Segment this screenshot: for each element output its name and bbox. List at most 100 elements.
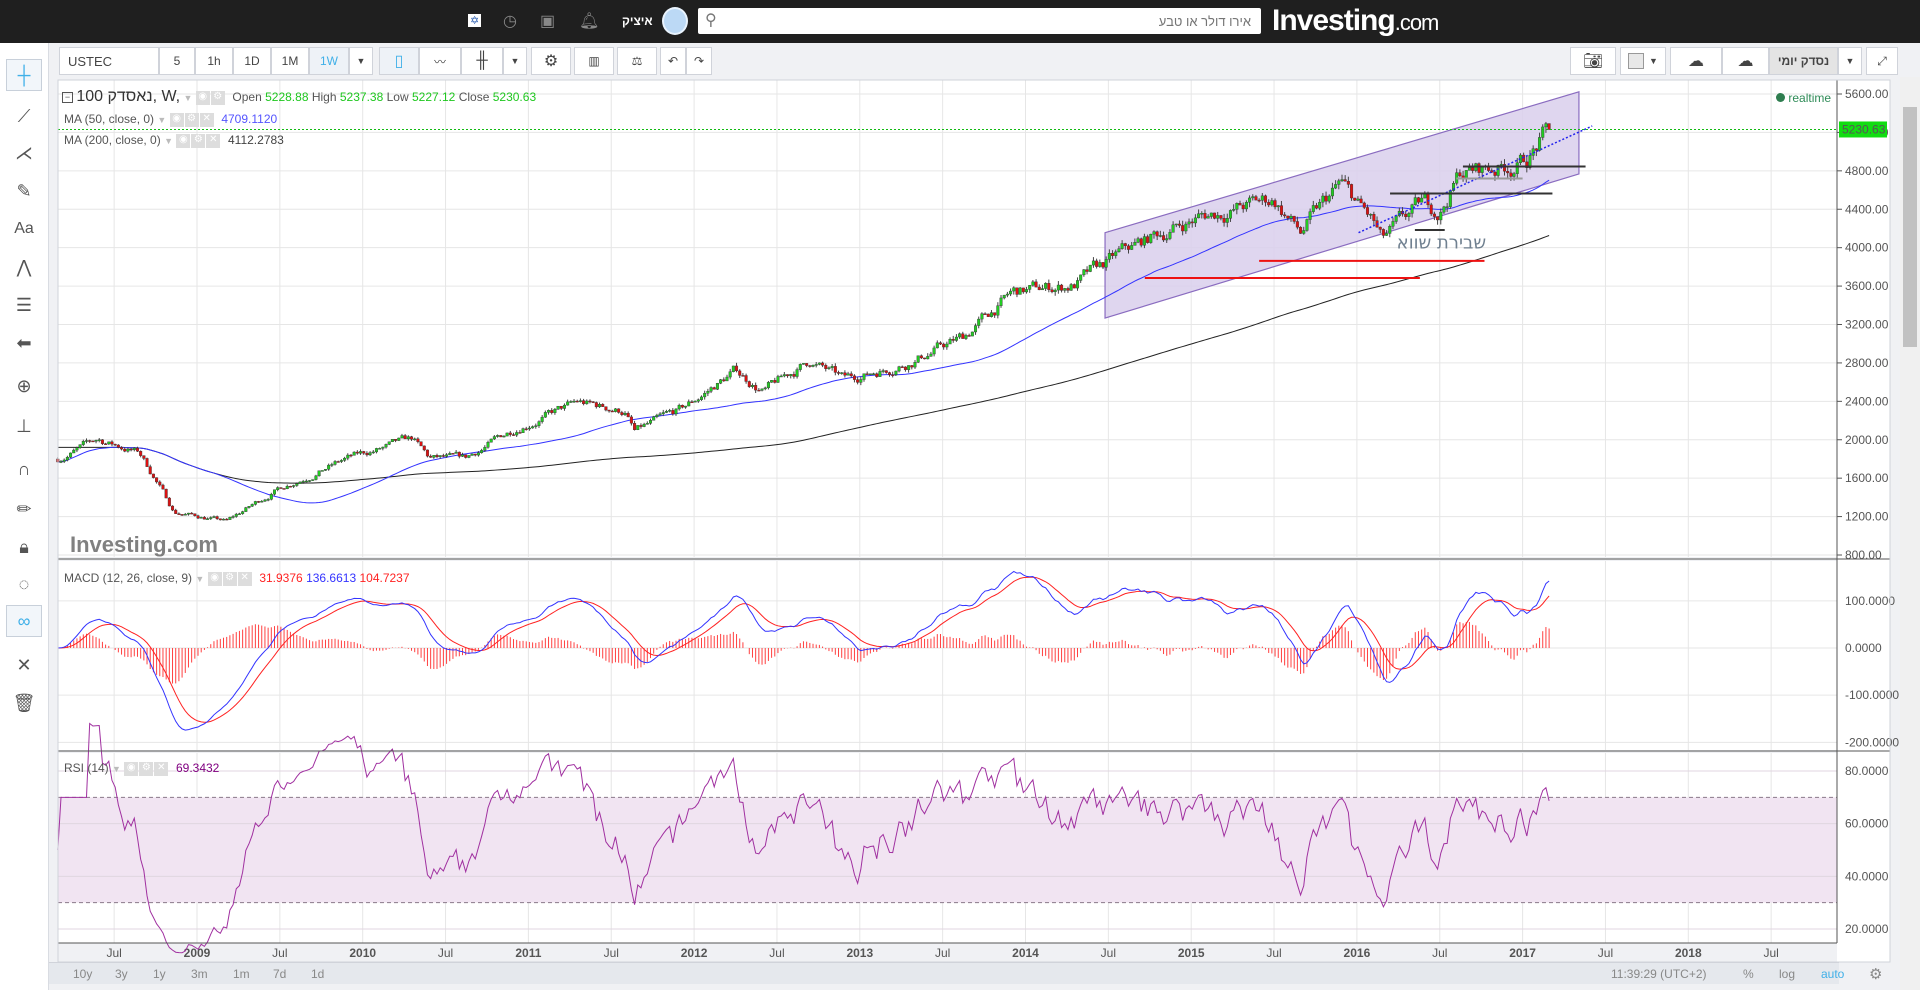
- candle: [359, 451, 363, 454]
- candle: [467, 455, 471, 458]
- candle: [1044, 283, 1048, 289]
- settings-gear-icon[interactable]: ⚙: [1869, 965, 1882, 983]
- dropdown-icon[interactable]: ▼: [164, 136, 173, 146]
- ma50-value: 4709.1120: [221, 112, 278, 126]
- candle: [821, 362, 825, 366]
- candle: [1299, 227, 1303, 234]
- range-10y[interactable]: 10y: [73, 967, 92, 981]
- price-chart[interactable]: Jul 2009 Jul 2010 Jul 2011 Jul 2012 Jul 2013 Jul 20…: [0, 0, 1920, 990]
- close-icon[interactable]: ✕: [237, 571, 252, 586]
- candle: [770, 380, 774, 383]
- candle: [856, 379, 860, 383]
- range-7d[interactable]: 7d: [273, 967, 286, 981]
- gear-icon[interactable]: ⚙: [191, 133, 206, 148]
- candle: [903, 366, 907, 370]
- candle: [323, 469, 327, 471]
- macd-line-value: 136.6613: [306, 571, 357, 585]
- candle: [741, 375, 745, 377]
- candle: [993, 312, 997, 316]
- candle: [65, 456, 69, 461]
- candle: [381, 446, 385, 449]
- candle: [129, 448, 133, 451]
- candle: [932, 347, 936, 355]
- candle: [894, 370, 898, 375]
- candle: [687, 401, 691, 407]
- candle: [674, 408, 678, 415]
- candle: [1005, 293, 1009, 296]
- candle: [881, 370, 885, 372]
- eye-icon[interactable]: ◉: [207, 571, 222, 586]
- ma200-value: 4112.2783: [228, 133, 284, 147]
- price-tick-label: 1200.00: [1845, 510, 1889, 524]
- candle: [843, 372, 847, 376]
- gear-icon[interactable]: ⚙: [184, 112, 199, 127]
- macd-tick-label: 0.0000: [1845, 641, 1882, 655]
- dropdown-icon[interactable]: ▼: [112, 764, 121, 774]
- candle: [1209, 212, 1213, 217]
- candle: [938, 342, 942, 345]
- dropdown-icon[interactable]: ▼: [157, 115, 166, 125]
- candle: [486, 442, 490, 448]
- gear-icon[interactable]: ⚙: [139, 761, 154, 776]
- close-icon[interactable]: ✕: [154, 761, 169, 776]
- candle: [872, 373, 876, 375]
- candle: [1295, 221, 1299, 228]
- scrollbar-thumb[interactable]: [1903, 107, 1917, 347]
- collapse-icon[interactable]: −: [62, 92, 73, 104]
- candle: [578, 400, 582, 402]
- candle: [846, 373, 850, 376]
- candle: [336, 461, 340, 463]
- candle: [540, 416, 544, 422]
- range-1y[interactable]: 1y: [153, 967, 166, 981]
- eye-icon[interactable]: ◉: [176, 133, 191, 148]
- candle: [97, 439, 101, 441]
- range-3y[interactable]: 3y: [115, 967, 128, 981]
- candle: [575, 400, 579, 403]
- close-icon[interactable]: ✕: [206, 133, 221, 148]
- candle: [279, 487, 283, 489]
- eye-icon[interactable]: ◉: [124, 761, 139, 776]
- x-tick-label: 2018: [1675, 946, 1702, 960]
- x-tick-label: Jul: [604, 946, 619, 960]
- candle: [1213, 212, 1217, 219]
- candle: [1365, 207, 1369, 215]
- candle: [1155, 231, 1159, 237]
- range-3m[interactable]: 3m: [191, 967, 208, 981]
- log-scale-button[interactable]: log: [1779, 967, 1795, 981]
- candle: [365, 452, 369, 456]
- candle: [897, 366, 901, 372]
- price-tick-label: 4000.00: [1845, 241, 1889, 255]
- range-1m[interactable]: 1m: [233, 967, 250, 981]
- candle: [1260, 195, 1264, 201]
- range-1d[interactable]: 1d: [311, 967, 324, 981]
- gear-icon[interactable]: ⚙: [222, 571, 237, 586]
- candle: [1149, 233, 1153, 243]
- percent-scale-button[interactable]: %: [1743, 967, 1754, 981]
- candle: [1534, 148, 1538, 151]
- candle: [1538, 137, 1542, 151]
- candle: [1308, 211, 1312, 220]
- dropdown-icon[interactable]: ▼: [195, 574, 204, 584]
- candle: [964, 335, 968, 339]
- candle: [222, 518, 226, 521]
- candle: [158, 481, 162, 486]
- auto-scale-button[interactable]: auto: [1821, 967, 1844, 981]
- candle: [613, 408, 617, 412]
- gear-icon[interactable]: ⚙: [210, 90, 225, 105]
- candle: [1114, 251, 1118, 256]
- candle: [1512, 173, 1516, 177]
- close-icon[interactable]: ✕: [199, 112, 214, 127]
- candle: [1432, 213, 1436, 217]
- eye-icon[interactable]: ◉: [195, 90, 210, 105]
- eye-icon[interactable]: ◉: [169, 112, 184, 127]
- candle: [1053, 289, 1057, 293]
- candle: [1270, 200, 1274, 206]
- scrollbar[interactable]: [1900, 77, 1920, 990]
- legend-dropdown-icon[interactable]: ▼: [183, 93, 192, 103]
- candle: [776, 376, 780, 383]
- candle: [282, 488, 286, 490]
- candle: [585, 400, 589, 405]
- rsi-tick-label: 20.0000: [1845, 922, 1889, 936]
- candle: [1222, 218, 1226, 223]
- symbol-title: נאסדק 100, W,: [76, 88, 181, 105]
